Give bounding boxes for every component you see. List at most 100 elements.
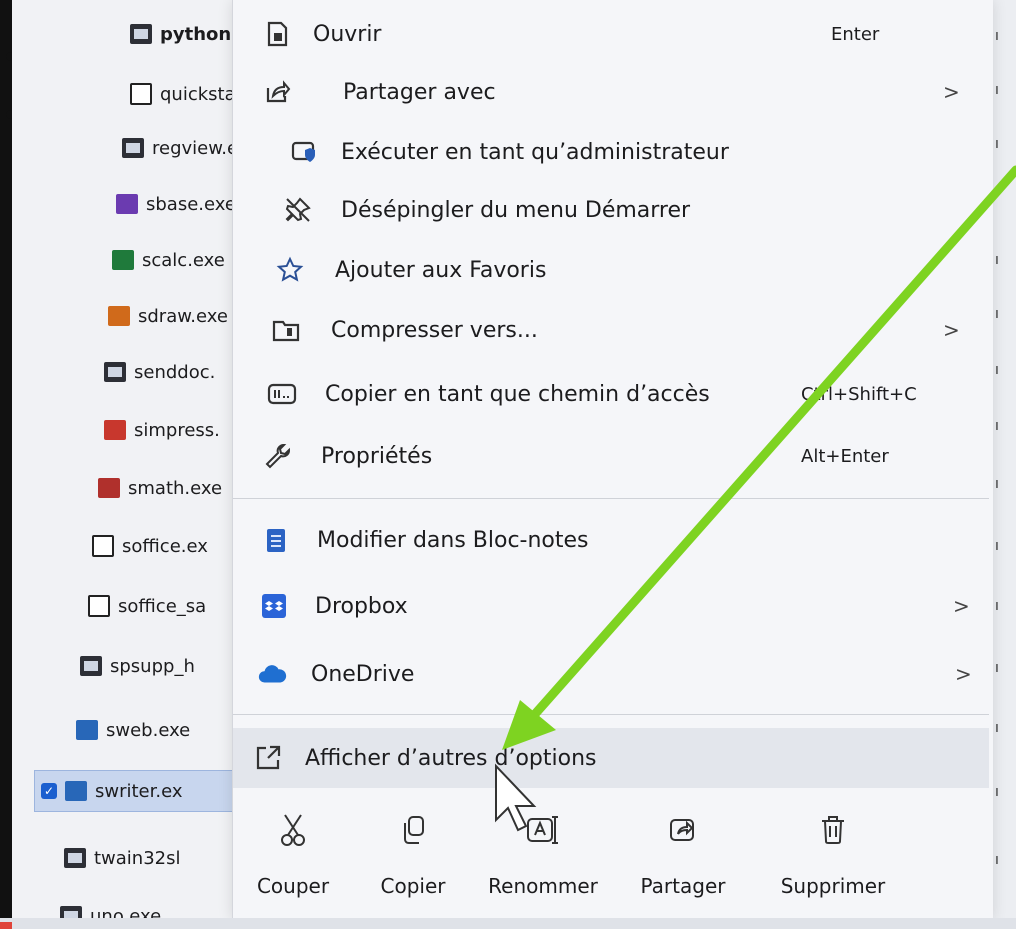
- menu-separator: [233, 498, 989, 499]
- document-icon: [130, 83, 152, 105]
- menu-item-unpin-start[interactable]: Désépingler du menu Démarrer: [233, 182, 989, 238]
- onedrive-icon: [257, 659, 287, 689]
- truncated-column-mark: ı: [995, 476, 999, 492]
- file-item-sbase[interactable]: sbase.exe: [116, 184, 236, 224]
- file-name: twain32sl: [94, 847, 181, 869]
- menu-item-open[interactable]: Ouvrir Enter: [233, 6, 989, 62]
- menu-item-label: Ajouter aux Favoris: [335, 257, 547, 283]
- file-item-soffice-sa[interactable]: soffice_sa: [88, 586, 206, 626]
- menu-item-shortcut: Alt+Enter: [801, 445, 889, 467]
- menu-item-label: OneDrive: [311, 661, 415, 687]
- file-item-sweb[interactable]: sweb.exe: [76, 710, 190, 750]
- menu-item-label: Afficher d’autres d’options: [305, 745, 597, 771]
- action-label: Supprimer: [780, 874, 886, 898]
- menu-separator: [233, 714, 989, 715]
- truncated-column-mark: ı: [995, 538, 999, 554]
- notepad-icon: [261, 525, 291, 555]
- admin-shield-icon: [289, 137, 319, 167]
- file-name: sdraw.exe: [138, 305, 228, 327]
- exe-icon: [80, 656, 102, 676]
- file-name: simpress.: [134, 419, 220, 441]
- exe-icon: [122, 138, 144, 158]
- truncated-column-mark: ı: [995, 28, 999, 44]
- menu-item-label: Partager avec: [343, 79, 496, 105]
- zip-folder-icon: [271, 315, 301, 345]
- menu-item-shortcut: Enter: [831, 23, 880, 45]
- menu-item-run-as-admin[interactable]: Exécuter en tant qu’administrateur: [233, 124, 989, 180]
- file-item-regview[interactable]: regview.e: [122, 128, 238, 168]
- math-icon: [98, 478, 120, 498]
- red-marker: [0, 922, 12, 929]
- file-item-sdraw[interactable]: sdraw.exe: [108, 296, 228, 336]
- chevron-right-icon: >: [943, 80, 960, 104]
- menu-item-share-with[interactable]: Partager avec >: [233, 64, 989, 120]
- rename-icon: [483, 808, 603, 852]
- delete-button[interactable]: Supprimer: [773, 808, 893, 898]
- truncated-column-mark: ı: [995, 852, 999, 868]
- dropbox-icon: [259, 591, 289, 621]
- chevron-right-icon: >: [955, 662, 972, 686]
- truncated-column-mark: ı: [995, 362, 999, 378]
- chevron-right-icon: >: [953, 594, 970, 618]
- base-icon: [116, 194, 138, 214]
- truncated-column-mark: ı: [995, 418, 999, 434]
- share-icon: [263, 77, 293, 107]
- menu-item-show-more-options[interactable]: Afficher d’autres d’options: [233, 728, 989, 788]
- file-item-swriter[interactable]: ✓ swriter.ex: [34, 770, 242, 812]
- checkbox-checked-icon[interactable]: ✓: [41, 783, 57, 799]
- menu-item-dropbox[interactable]: Dropbox >: [233, 578, 989, 634]
- menu-item-label: Désépingler du menu Démarrer: [341, 197, 691, 223]
- exe-icon: [64, 848, 86, 868]
- share-button[interactable]: Partager: [623, 808, 743, 898]
- menu-item-edit-notepad[interactable]: Modifier dans Bloc-notes: [233, 512, 989, 568]
- action-label: Couper: [256, 874, 330, 898]
- rename-button[interactable]: Renommer: [483, 808, 603, 898]
- file-name: smath.exe: [128, 477, 223, 499]
- star-icon: [275, 255, 305, 285]
- file-name: spsupp_h: [110, 655, 195, 677]
- share-icon: [623, 808, 743, 852]
- writer-icon: [76, 720, 98, 740]
- menu-item-onedrive[interactable]: OneDrive >: [233, 646, 989, 702]
- calc-icon: [112, 250, 134, 270]
- menu-item-label: Modifier dans Bloc-notes: [317, 527, 589, 553]
- menu-item-compress[interactable]: Compresser vers... >: [233, 302, 989, 358]
- file-item-spsupp[interactable]: spsupp_h: [80, 646, 195, 686]
- file-item-soffice[interactable]: soffice.ex: [92, 526, 208, 566]
- file-name: regview.e: [152, 137, 239, 159]
- menu-item-label: Propriétés: [321, 443, 433, 469]
- expand-icon: [253, 743, 283, 773]
- menu-item-copy-path[interactable]: Copier en tant que chemin d’accès Ctrl+S…: [233, 366, 989, 422]
- file-name: scalc.exe: [142, 249, 225, 271]
- file-list: python.ex quickstart regview.e sbase.exe…: [12, 0, 262, 929]
- document-icon: [88, 595, 110, 617]
- draw-icon: [108, 306, 130, 326]
- file-name: soffice.ex: [122, 535, 208, 557]
- impress-icon: [104, 420, 126, 440]
- file-name: swriter.ex: [95, 780, 183, 802]
- open-icon: [263, 19, 293, 49]
- menu-item-add-favorites[interactable]: Ajouter aux Favoris: [233, 242, 989, 298]
- scissors-icon: [233, 808, 353, 852]
- copy-button[interactable]: Copier: [353, 808, 473, 898]
- quick-actions-bar: Couper Copier Renommer Partager Supprime…: [233, 808, 989, 908]
- truncated-column-mark: ı: [995, 660, 999, 676]
- truncated-column-mark: ı: [995, 252, 999, 268]
- action-label: Copier: [380, 874, 446, 898]
- taskbar-edge: [0, 918, 1016, 929]
- writer-icon: [65, 781, 87, 801]
- file-item-simpress[interactable]: simpress.: [104, 410, 220, 450]
- cut-button[interactable]: Couper: [233, 808, 353, 898]
- file-item-scalc[interactable]: scalc.exe: [112, 240, 225, 280]
- menu-item-properties[interactable]: Propriétés Alt+Enter: [233, 428, 989, 484]
- file-item-twain32[interactable]: twain32sl: [64, 838, 181, 878]
- file-item-smath[interactable]: smath.exe: [98, 468, 222, 508]
- copy-icon: [353, 808, 473, 852]
- file-name: sbase.exe: [146, 193, 236, 215]
- exe-icon: [130, 24, 152, 44]
- wrench-icon: [263, 441, 293, 471]
- chevron-right-icon: >: [943, 318, 960, 342]
- file-name: soffice_sa: [118, 595, 207, 617]
- context-menu: Ouvrir Enter Partager avec > Exécuter en…: [232, 0, 993, 920]
- file-item-senddoc[interactable]: senddoc.: [104, 352, 215, 392]
